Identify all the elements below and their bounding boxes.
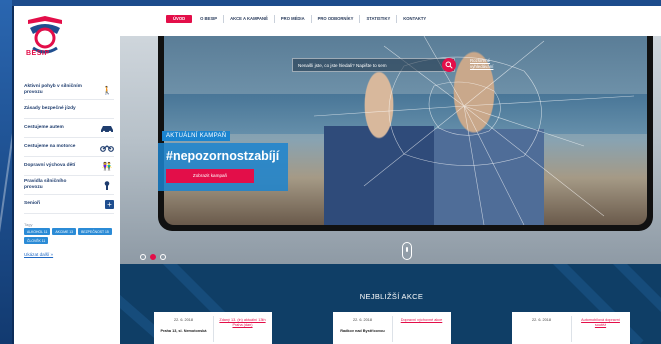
events-title: NEJBLIŽŠÍ AKCE — [359, 292, 424, 301]
nav-item-campaigns[interactable]: AKCE A KAMPANĚ — [224, 15, 275, 23]
sidebar-item-label: Dopravní výchova dětí — [24, 163, 76, 168]
nav-item-contacts[interactable]: KONTAKTY — [397, 15, 432, 23]
top-navigation: ÚVOD O BESIP AKCE A KAMPANĚ PRO MÉDIA PR… — [120, 6, 661, 36]
sidebar-nav: Aktivní pohyb v silničním provozu 🚶 Zása… — [24, 81, 114, 214]
slider-dot-active[interactable] — [150, 254, 156, 260]
event-link[interactable]: Automobilová dopravní soutěž — [571, 318, 630, 328]
main-menu: ÚVOD O BESIP AKCE A KAMPANĚ PRO MÉDIA PR… — [166, 15, 432, 23]
sidebar-item-children[interactable]: Dopravní výchova dětí 👫 — [24, 157, 114, 176]
pedestrian-icon: 🚶 — [102, 85, 112, 95]
event-link[interactable]: Dopravní výchovné akce — [392, 318, 451, 323]
logo-text: BESIP — [26, 50, 50, 57]
search-input[interactable]: Nenašli jste, co jste hledali? Napište t… — [292, 58, 455, 72]
car-icon — [101, 125, 113, 133]
event-link[interactable]: Zdaný 13. (in) aktuální 13th Praha (dan) — [213, 318, 272, 328]
sidebar-item-seniors[interactable]: Senioři + — [24, 195, 114, 214]
motorcycle-icon — [100, 144, 114, 152]
tag[interactable]: BEZPEČNOST 15 — [78, 228, 112, 235]
event-place: Praha 13, sl. Nemotonská — [160, 329, 207, 333]
search-button[interactable] — [442, 58, 456, 72]
advanced-search-link[interactable]: Rozšířené vyhledávání — [470, 58, 510, 69]
nav-item-home[interactable]: ÚVOD — [166, 15, 193, 23]
event-card[interactable]: 22. 6. 2018 Praha 13, sl. Nemotonská Zda… — [154, 312, 272, 344]
sidebar-item-car[interactable]: Cestujeme autem — [24, 119, 114, 138]
tag[interactable]: ALKOHOL 11 — [24, 228, 51, 235]
sidebar-item-label: Zásady bezpečné jízdy — [24, 106, 76, 111]
nav-item-experts[interactable]: PRO ODBORNÍKY — [312, 15, 361, 23]
sidebar-item-label: Cestujeme na motorce — [24, 144, 76, 149]
sidebar: BESIP Aktivní pohyb v silničním provozu … — [14, 6, 120, 344]
slider-dots — [140, 254, 166, 260]
show-campaign-button[interactable]: Zobrazit kampaň — [166, 169, 254, 183]
scroll-down-icon[interactable] — [402, 242, 412, 260]
tag[interactable]: AKCIME 13 — [52, 228, 77, 235]
nav-item-media[interactable]: PRO MÉDIA — [275, 15, 312, 23]
events-section: NEJBLIŽŠÍ AKCE 22. 6. 2018 Praha 13, sl.… — [120, 264, 661, 344]
sidebar-item-label: Senioři — [24, 201, 41, 206]
children-icon: 👫 — [102, 161, 112, 171]
campaign-hashtag: #nepozornostzabíjí — [166, 149, 280, 163]
sidebar-item-traffic-rules[interactable]: Pravidla silničního provozu — [24, 176, 114, 195]
slider-dot[interactable] — [160, 254, 166, 260]
traffic-sign-icon — [104, 180, 110, 190]
event-card[interactable]: 22. 6. 2018 Automobilová dopravní soutěž — [512, 312, 630, 344]
show-more-tags-link[interactable]: Ukázat další » — [24, 252, 53, 257]
sidebar-item-label: Aktivní pohyb v silničním provozu — [24, 84, 82, 95]
tag-list: ALKOHOL 11 AKCIME 13 BEZPEČNOST 15 ČLOVĚ… — [24, 228, 118, 244]
nav-item-about[interactable]: O BESIP — [194, 15, 225, 23]
sidebar-item-label: Pravidla silničního provozu — [24, 179, 67, 190]
event-date: 22. 6. 2018 — [352, 318, 372, 322]
event-card[interactable]: 22. 6. 2018 Radkov nad Bystřicovou Dopra… — [333, 312, 451, 344]
plus-icon[interactable]: + — [105, 199, 114, 209]
event-date: 22. 6. 2018 — [531, 318, 551, 322]
event-place: Radkov nad Bystřicovou — [340, 329, 385, 333]
sidebar-item-safe-driving[interactable]: Zásady bezpečné jízdy — [24, 100, 114, 119]
tags-title: Tagy — [24, 222, 33, 227]
window-edge — [0, 0, 12, 344]
hero-banner: Nenašli jste, co jste hledali? Napište t… — [120, 36, 661, 264]
slider-dot[interactable] — [140, 254, 146, 260]
nav-item-statistics[interactable]: STATISTIKY — [360, 15, 398, 23]
sidebar-item-active-movement[interactable]: Aktivní pohyb v silničním provozu 🚶 — [24, 81, 114, 100]
event-date: 22. 6. 2018 — [173, 318, 193, 322]
browser-page: BESIP Aktivní pohyb v silničním provozu … — [12, 6, 661, 344]
sidebar-item-label: Cestujeme autem — [24, 125, 64, 130]
search-placeholder: Nenašli jste, co jste hledali? Napište t… — [298, 63, 387, 68]
search-icon — [445, 61, 453, 69]
tag[interactable]: ČLOVĚK 11 — [24, 237, 49, 244]
sidebar-item-motorcycle[interactable]: Cestujeme na motorce — [24, 138, 114, 157]
campaign-label: AKTUÁLNÍ KAMPAŇ — [162, 131, 231, 141]
